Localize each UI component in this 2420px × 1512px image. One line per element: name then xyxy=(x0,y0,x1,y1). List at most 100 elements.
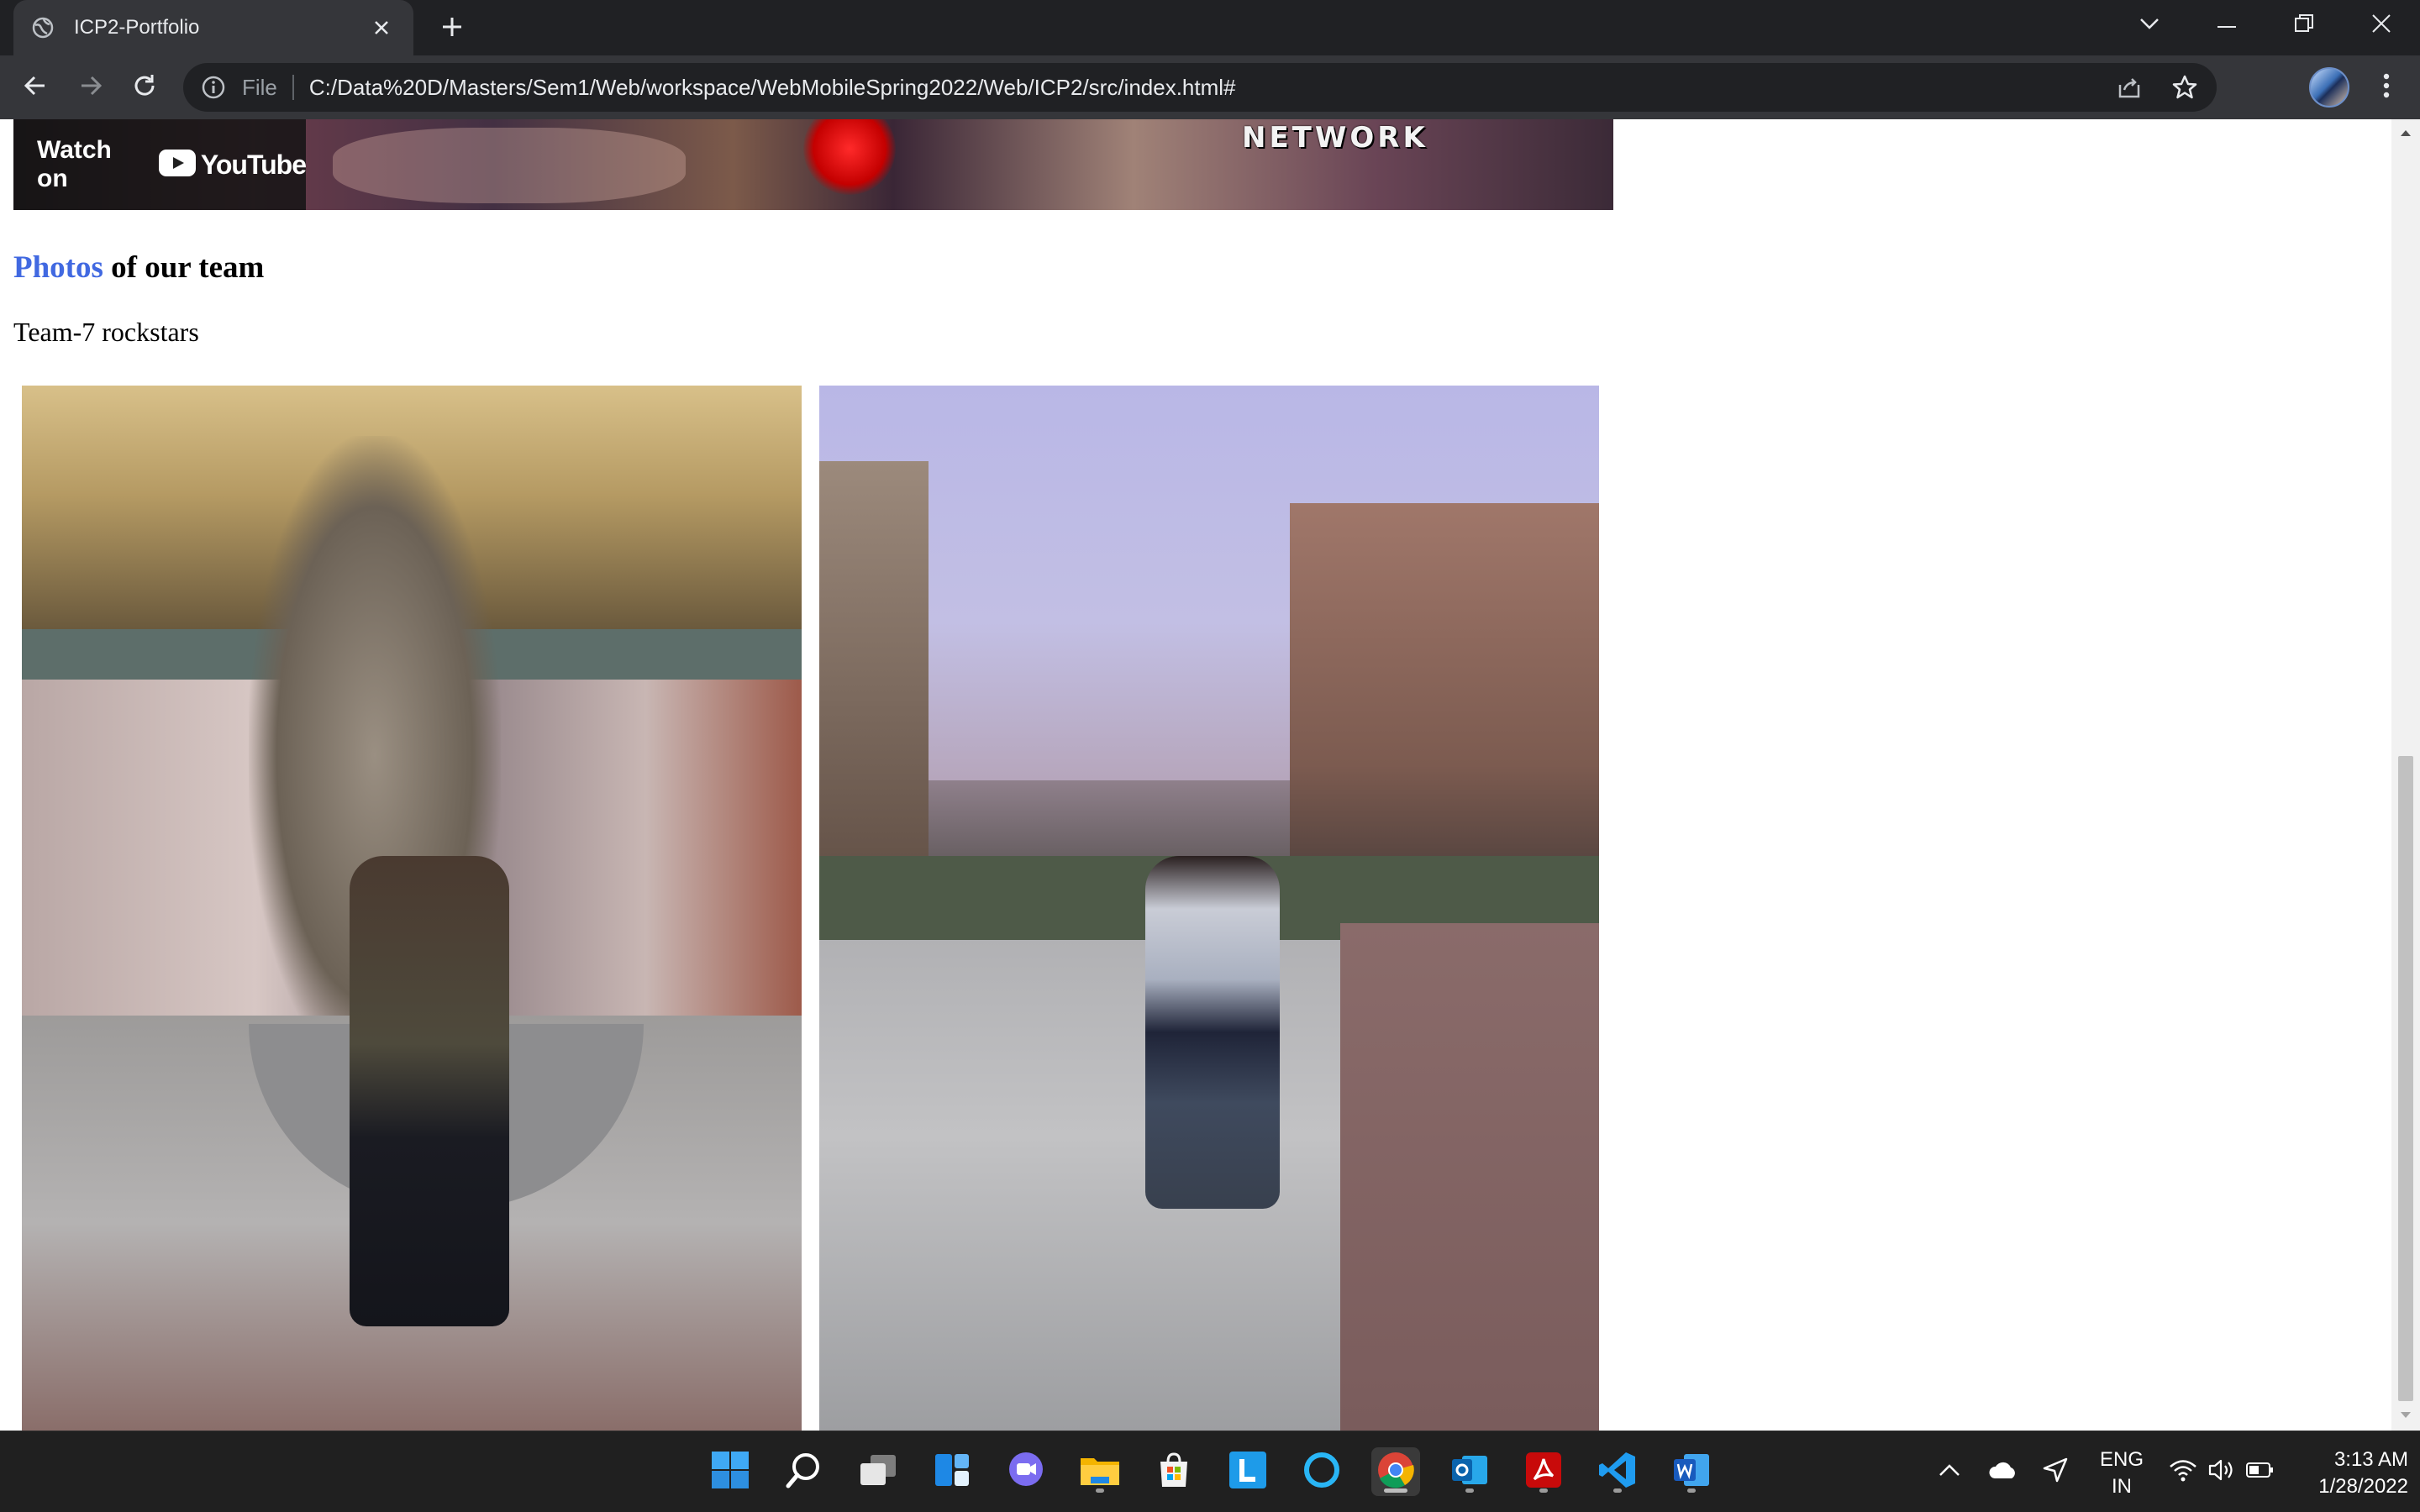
wifi-icon xyxy=(2169,1458,2197,1486)
back-button[interactable] xyxy=(15,67,55,108)
windows-start-button[interactable] xyxy=(706,1447,755,1496)
info-icon[interactable] xyxy=(200,74,227,101)
caret-up-icon xyxy=(2400,126,2412,141)
chrome-button[interactable] xyxy=(1371,1447,1420,1496)
page-viewport: Watch on YouTube NETWORK Photos of our t… xyxy=(0,119,2420,1431)
location-arrow-icon xyxy=(2042,1457,2069,1488)
tab-search-button[interactable] xyxy=(2111,0,2188,50)
outlook-button[interactable] xyxy=(1445,1447,1494,1496)
close-window-button[interactable] xyxy=(2343,0,2420,50)
word-button[interactable] xyxy=(1667,1447,1716,1496)
globe-icon xyxy=(30,15,55,40)
volume-button[interactable] xyxy=(2205,1455,2238,1488)
kebab-menu-icon xyxy=(2383,73,2390,102)
browser-menu-button[interactable] xyxy=(2366,67,2407,108)
page-scrollbar[interactable] xyxy=(2391,119,2420,1431)
profile-avatar[interactable] xyxy=(2309,67,2349,108)
address-bar[interactable]: File C:/Data%20D/Masters/Sem1/Web/worksp… xyxy=(183,63,2217,112)
battery-icon xyxy=(2246,1462,2275,1483)
microsoft-store-button[interactable] xyxy=(1150,1447,1198,1496)
close-icon[interactable] xyxy=(366,13,397,43)
reload-icon xyxy=(132,73,157,102)
restore-icon xyxy=(2295,13,2313,37)
scroll-down-button[interactable] xyxy=(2391,1402,2420,1431)
show-hidden-icons-button[interactable] xyxy=(1933,1455,1966,1488)
search-icon xyxy=(786,1452,823,1493)
plus-icon xyxy=(441,16,463,42)
share-icon[interactable] xyxy=(2109,67,2149,108)
clock-time: 3:13 AM xyxy=(2333,1448,2408,1471)
windows-start-icon xyxy=(711,1451,750,1494)
watch-on-youtube-button[interactable]: Watch on YouTube xyxy=(13,119,307,210)
l-app-button[interactable] xyxy=(1223,1447,1272,1496)
onedrive-button[interactable] xyxy=(1986,1455,2020,1488)
watch-on-label: Watch on xyxy=(37,136,112,192)
speaker-icon xyxy=(2208,1458,2235,1486)
forward-button[interactable] xyxy=(71,67,111,108)
search-button[interactable] xyxy=(780,1447,829,1496)
taskbar-clock[interactable]: 3:13 AM 1/28/2022 xyxy=(2282,1446,2408,1500)
outlook-icon xyxy=(1450,1451,1489,1494)
tab-icp2-portfolio[interactable]: ICP2-Portfolio xyxy=(13,0,413,55)
cloud-icon xyxy=(1988,1460,2018,1484)
microsoft-store-icon xyxy=(1155,1452,1192,1493)
vscode-button[interactable] xyxy=(1593,1447,1642,1496)
widgets-button[interactable] xyxy=(928,1447,976,1496)
battery-button[interactable] xyxy=(2244,1455,2277,1488)
youtube-play-icon xyxy=(158,149,196,181)
browser-toolbar: File C:/Data%20D/Masters/Sem1/Web/worksp… xyxy=(0,55,2420,119)
task-view-button[interactable] xyxy=(854,1447,902,1496)
task-view-icon xyxy=(859,1453,897,1491)
location-button[interactable] xyxy=(2039,1455,2072,1488)
youtube-video-embed[interactable]: Watch on YouTube NETWORK xyxy=(13,119,1613,210)
chevron-down-icon xyxy=(2139,17,2160,34)
file-explorer-icon xyxy=(1079,1452,1121,1493)
url-text[interactable]: C:/Data%20D/Masters/Sem1/Web/workspace/W… xyxy=(309,75,1236,101)
reload-button[interactable] xyxy=(124,67,165,108)
section-heading: Photos of our team xyxy=(13,249,264,286)
teams-chat-icon xyxy=(1007,1451,1045,1494)
file-explorer-button[interactable] xyxy=(1076,1447,1124,1496)
tab-title: ICP2-Portfolio xyxy=(74,16,200,39)
section-heading-highlight: Photos xyxy=(13,250,103,285)
close-icon xyxy=(2371,13,2391,38)
section-heading-rest: of our team xyxy=(103,250,265,285)
active-indicator xyxy=(1384,1488,1407,1493)
teams-chat-button[interactable] xyxy=(1002,1447,1050,1496)
restore-button[interactable] xyxy=(2265,0,2343,50)
team-photo-2 xyxy=(819,386,1599,1431)
youtube-wordmark: YouTube xyxy=(200,149,307,180)
vscode-icon xyxy=(1598,1451,1637,1494)
scroll-up-button[interactable] xyxy=(2391,119,2420,148)
wifi-button[interactable] xyxy=(2166,1455,2200,1488)
caret-down-icon xyxy=(2400,1409,2412,1424)
cortana-icon xyxy=(1302,1451,1341,1494)
video-frame-detail xyxy=(333,128,686,203)
new-tab-button[interactable] xyxy=(434,10,471,47)
widgets-icon xyxy=(934,1452,971,1492)
minimize-button[interactable] xyxy=(2188,0,2265,50)
bookmark-star-icon[interactable] xyxy=(2165,67,2205,108)
clock-date: 1/28/2022 xyxy=(2318,1475,2408,1498)
running-indicator xyxy=(1687,1488,1696,1493)
omnibox-actions xyxy=(2094,67,2205,108)
input-language-indicator[interactable]: ENG IN xyxy=(2086,1446,2158,1500)
scrollbar-thumb[interactable] xyxy=(2398,756,2413,1401)
youtube-logo: YouTube xyxy=(158,149,307,181)
minimize-icon xyxy=(2217,18,2236,33)
scheme-label: File xyxy=(242,74,277,100)
acrobat-button[interactable] xyxy=(1519,1447,1568,1496)
word-icon xyxy=(1672,1451,1711,1494)
running-indicator xyxy=(1613,1488,1622,1493)
lang-line-1: ENG xyxy=(2099,1448,2144,1471)
chrome-icon xyxy=(1376,1451,1415,1494)
video-frame-highlight xyxy=(803,119,896,195)
scheme-divider xyxy=(292,75,294,100)
running-indicator xyxy=(1465,1488,1474,1493)
cortana-button[interactable] xyxy=(1297,1447,1346,1496)
team-photo-1 xyxy=(22,386,802,1431)
forward-arrow-icon xyxy=(78,73,103,102)
running-indicator xyxy=(1096,1488,1104,1493)
running-indicator xyxy=(1539,1488,1548,1493)
lang-line-2: IN xyxy=(2112,1475,2132,1498)
